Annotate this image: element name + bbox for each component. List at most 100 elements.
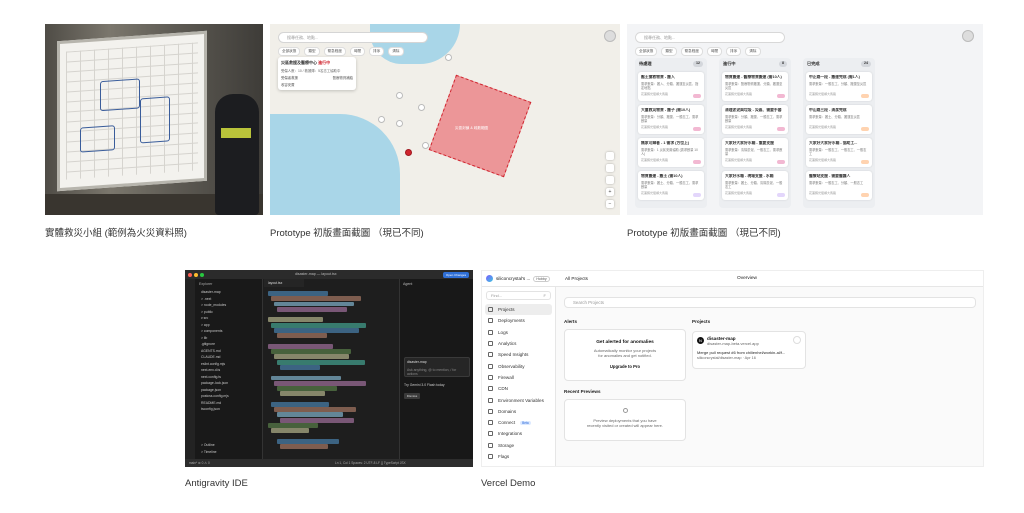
filter-chip[interactable]: 緊急程度 (323, 47, 346, 56)
nav-icon (488, 352, 493, 358)
filter-chip[interactable]: 緊急程度 (680, 47, 703, 56)
previews-desc: recently visited or created will appear … (586, 423, 664, 428)
nav-icon (488, 420, 493, 426)
map-marker-icon[interactable] (422, 142, 429, 149)
nextjs-logo-icon: N (697, 337, 704, 344)
sidebar-nav-item[interactable]: Storage (482, 440, 555, 451)
sidebar-nav-item[interactable]: Analytics (482, 338, 555, 349)
column-title: 待處理 (639, 61, 652, 66)
locate-icon[interactable] (606, 152, 614, 160)
map-marker-icon[interactable] (396, 120, 403, 127)
task-title: 大家好水箱 - 現場支援 - 水箱 (725, 174, 774, 178)
ide-editor[interactable]: layout.tsx (264, 279, 398, 459)
task-card[interactable]: 中山路三段 - 清潔完成 需求數量：搬土、分類、搬運至災區 花蓮縣光復鄉大馬路 (806, 105, 872, 134)
open-changes-button[interactable]: Open Changes (443, 271, 469, 278)
task-card[interactable]: 清理淤泥與垃圾 - 災區、需要手套 需求數量：分類、搬運、一般志工、需求數量 花蓮縣… (722, 105, 788, 134)
map-marker-icon[interactable] (405, 149, 412, 156)
close-window-icon[interactable] (188, 272, 192, 277)
task-card[interactable]: 壓土搶救物資 - 搬入 需求數量：搬入、分類、搬運至災區、指定地點 花蓮縣光復鄉大馬… (638, 72, 704, 101)
zoom-out-button[interactable]: − (606, 200, 614, 208)
filter-chip[interactable]: 類型 (661, 47, 677, 56)
sidebar-nav-item[interactable]: Deployments (482, 315, 555, 326)
filter-chip[interactable]: 類型 (304, 47, 320, 56)
sidebar-nav-item[interactable]: Projects (485, 304, 552, 316)
sidebar-nav-item[interactable]: Flags (482, 451, 555, 462)
project-repo[interactable]: siliconcrystal/disaster-map · Apr 16 (697, 356, 801, 360)
priority-tag (777, 127, 785, 131)
find-input[interactable]: Find... F (486, 291, 551, 300)
user-avatar[interactable] (962, 30, 974, 42)
task-card[interactable]: 大家好大家好水箱 - 重要支援 需求數量：清除淤泥、一般志工、需求數量 花蓮縣光復鄉… (722, 138, 788, 167)
sidebar-nav-item[interactable]: Logs (482, 327, 555, 338)
task-card[interactable]: 醫療站支援 - 需要醫護人 需求數量：一般志工、分類、一般志工 花蓮縣光復鄉大馬路 (806, 171, 872, 200)
task-card[interactable]: 大家好大家好水箱 - 協助工... 需求數量：一般志工、一般志工、一般志工 花蓮縣光… (806, 138, 872, 167)
kanban-column-header: 待處理 12 (635, 58, 707, 70)
sidebar-nav-item[interactable]: Observability (482, 360, 555, 371)
nav-icon (488, 341, 493, 347)
activity-icon[interactable] (793, 336, 801, 344)
all-projects-dropdown[interactable]: All Projects (565, 276, 588, 281)
nav-label: Logs (498, 329, 508, 335)
status-branch[interactable]: main* ⊗ 0 ⚠ 0 (189, 461, 210, 465)
caption-vercel: Vercel Demo (481, 478, 536, 489)
sidebar-nav-item[interactable]: Domains (482, 406, 555, 417)
task-card[interactable]: 中正路一段 - 搬運完成 (需1人) 需求數量：一般志工、分類、搬運至災區 花蓮縣光… (806, 72, 872, 101)
compass-icon[interactable] (606, 176, 614, 184)
task-card[interactable]: 大家好水箱 - 現場支援 - 水箱 需求數量：搬土、分類、清除淤泥、一般志工 花蓮縣… (722, 171, 788, 200)
dismiss-button[interactable]: Dismiss (404, 393, 420, 399)
code-area[interactable] (268, 291, 396, 456)
code-line (277, 359, 365, 365)
upgrade-to-pro-button[interactable]: Upgrade to Pro (565, 364, 685, 369)
task-title: 中正路一段 - 搬運完成 (需1人) (809, 75, 860, 79)
map-marker-icon[interactable] (378, 116, 385, 123)
filter-chip[interactable]: 時間 (706, 47, 723, 56)
caption-photo: 實體救災小組 (範例為火災資料照) (45, 228, 187, 239)
search-projects-input[interactable]: Search Projects (564, 297, 976, 308)
project-commit[interactable]: Merge pull request #6 from chilienhel/wo… (697, 350, 801, 355)
maximize-window-icon[interactable] (200, 272, 204, 277)
timeline-section[interactable]: > Timeline (195, 449, 217, 456)
task-card[interactable]: 無家可歸者 - 1 需求 (方位上) 需求數量：1 災民安置協助 (需求數量 10… (638, 138, 704, 167)
code-line (271, 375, 341, 381)
team-avatar (486, 275, 493, 282)
map-marker-icon[interactable] (396, 92, 403, 99)
map-info-card[interactable]: 災區救援及醫療中心 進行中 受傷人數：10 / 救援隊：5名志工協助中 受傷者救… (278, 57, 356, 90)
task-location: 花蓮縣光復鄉大馬路 (641, 92, 669, 96)
sidebar-nav-item[interactable]: Speed Insights (482, 349, 555, 360)
filter-chip[interactable]: 排序 (726, 47, 742, 56)
task-card[interactable]: 物資搬運 - 搬土 (需10人) 需求數量：搬土、分類、一般志工、需求數量 花蓮縣光… (638, 171, 704, 200)
filter-chip[interactable]: 排序 (369, 47, 385, 56)
task-location: 花蓮縣光復鄉大馬路 (725, 92, 753, 96)
file-tree-item[interactable]: tsconfig.json (195, 406, 262, 413)
sidebar-nav-item[interactable]: Connect Beta (482, 417, 555, 428)
team-switcher[interactable]: siliconcrystal's ... Hobby (486, 275, 550, 282)
filter-chip[interactable]: 時間 (349, 47, 366, 56)
filter-chip[interactable]: 清除 (745, 47, 761, 56)
sidebar-nav-item[interactable]: Environment Variables (482, 394, 555, 405)
task-card[interactable]: 大量救災物資 - 搬子 (需10人) 需求數量：分類、搬運、一般志工、需求數量 花蓮… (638, 105, 704, 134)
minimize-window-icon[interactable] (194, 272, 198, 277)
map-card-item: 受傷者救援 (281, 76, 298, 80)
map-marker-icon[interactable] (445, 54, 452, 61)
sidebar-nav-item[interactable]: CDN (482, 383, 555, 394)
agent-input[interactable]: disaster-map Ask anything, @ to mention,… (404, 357, 470, 377)
task-location: 花蓮縣光復鄉大馬路 (641, 191, 669, 195)
zoom-in-button[interactable]: + (606, 188, 614, 196)
kanban-search-input[interactable]: 搜尋任務、地點... (635, 32, 785, 43)
filter-chip[interactable]: 全部狀態 (278, 47, 301, 56)
filter-chip[interactable]: 清除 (388, 47, 404, 56)
task-card[interactable]: 物資搬運 - 醫療物資搬運 (需10人) 需求數量：醫療物資搬運、分類、搬運至災區… (722, 72, 788, 101)
map-search-input[interactable]: 搜尋任務、地點... (278, 32, 428, 43)
code-line (274, 301, 354, 307)
sidebar-nav-item[interactable]: Firewall (482, 372, 555, 383)
sidebar-nav-item[interactable]: Integrations (482, 428, 555, 439)
project-card[interactable]: N disaster-map disaster-map-beta.vercel.… (692, 331, 806, 369)
layers-icon[interactable] (606, 164, 614, 172)
filter-chip[interactable]: 全部狀態 (635, 47, 658, 56)
editor-tab[interactable]: layout.tsx (264, 279, 304, 287)
project-url[interactable]: disaster-map-beta.vercel.app (707, 341, 801, 346)
map-marker-icon[interactable] (418, 104, 425, 111)
task-location: 花蓮縣光復鄉大馬路 (641, 158, 669, 162)
alerts-card-title: Get alerted for anomalies (596, 340, 654, 345)
user-avatar[interactable] (604, 30, 616, 42)
